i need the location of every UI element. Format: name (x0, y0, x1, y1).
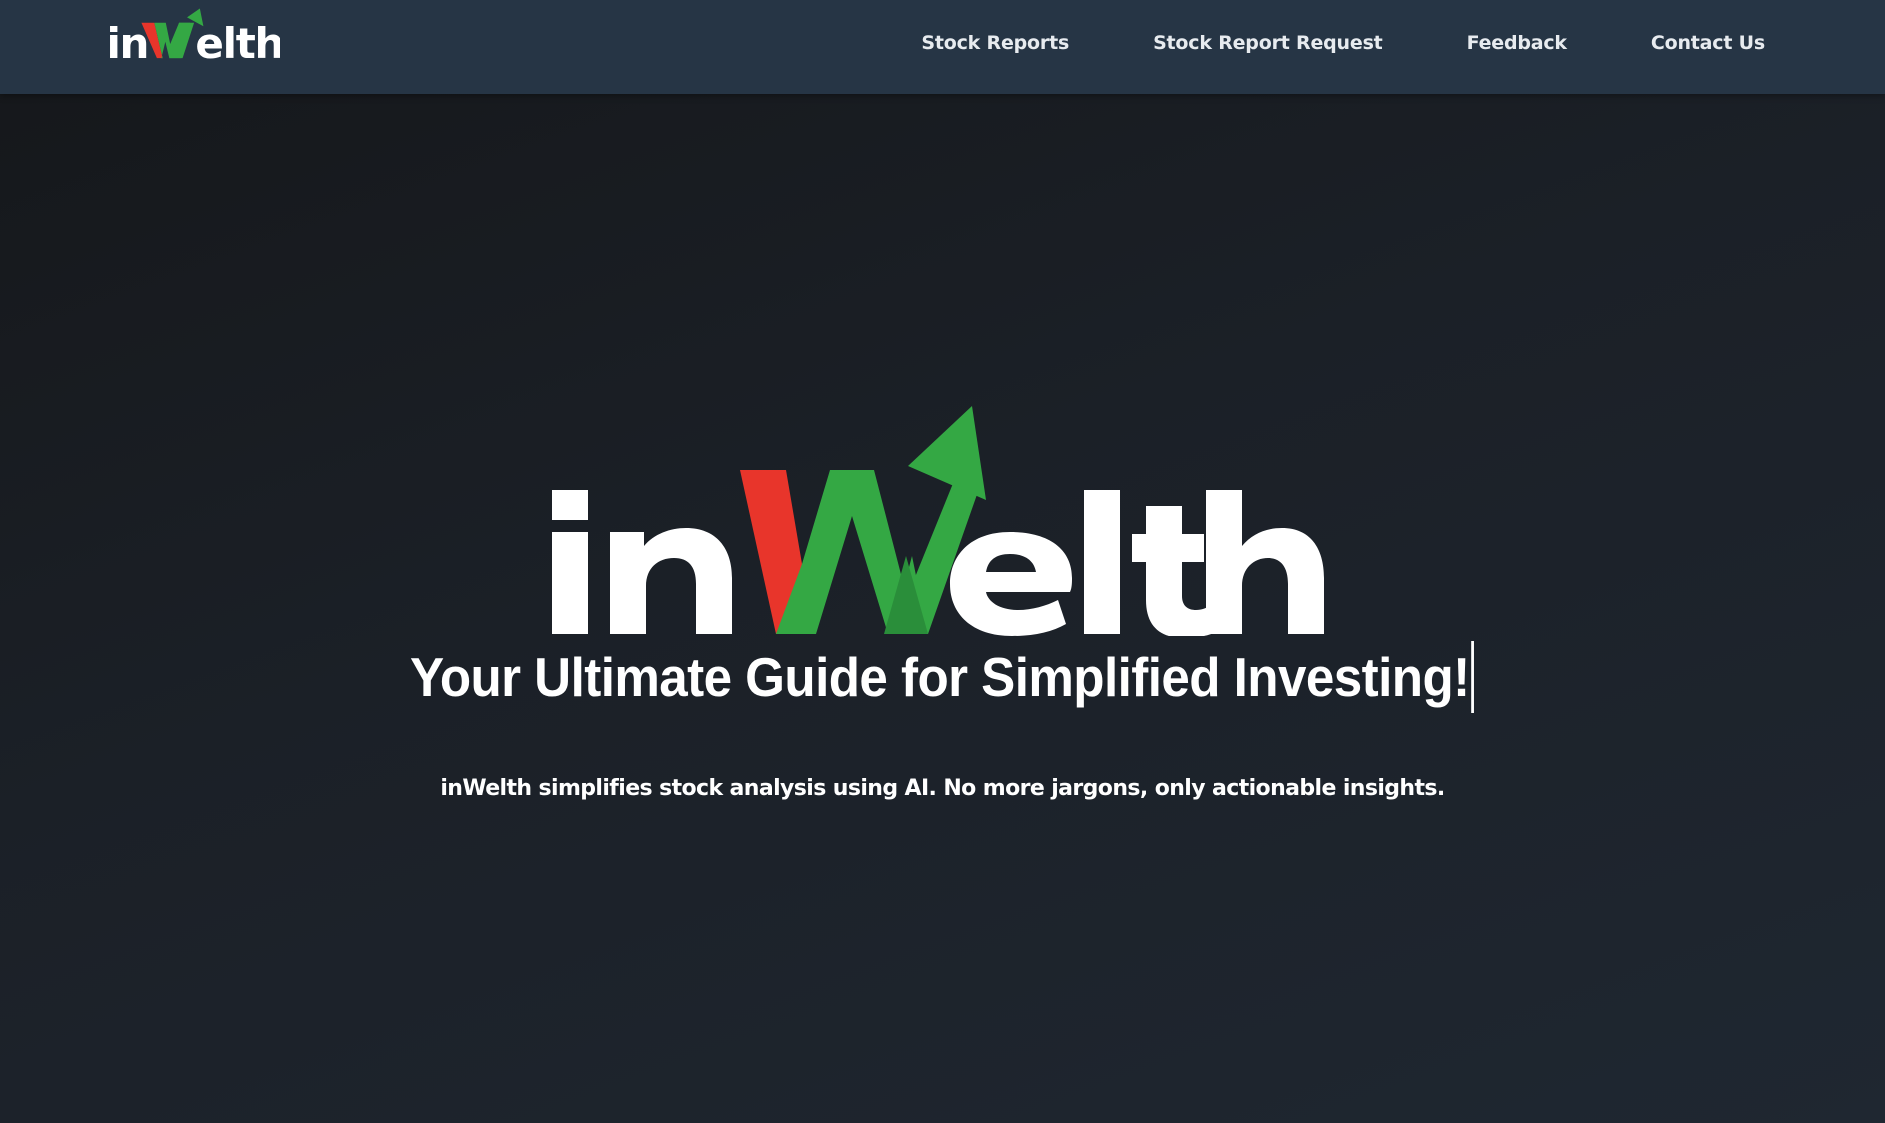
nav-menu: Stock Reports Stock Report Request Feedb… (921, 0, 1765, 86)
hero-logo-elth (950, 490, 1324, 636)
page: in elth Stock Reports Stock Report Reque… (0, 0, 1885, 1123)
logo-text-in: in (106, 19, 148, 62)
nav-link-feedback[interactable]: Feedback (1467, 32, 1568, 54)
typing-cursor (1471, 641, 1475, 714)
logo-text-elth: elth (195, 19, 280, 62)
hero-subtitle: inWelth simplifies stock analysis using … (440, 776, 1445, 801)
hero-logo-arrow-icon (908, 406, 986, 500)
hero-section: Your Ultimate Guide for Simplified Inves… (0, 94, 1885, 1123)
hero-title: Your Ultimate Guide for Simplified Inves… (410, 641, 1475, 714)
nav-link-contact-us[interactable]: Contact Us (1651, 32, 1765, 54)
inwelth-logo[interactable]: in elth (106, 6, 280, 62)
hero-title-wrap: Your Ultimate Guide for Simplified Inves… (0, 641, 1885, 714)
hero-logo-w-icon (740, 470, 980, 634)
navbar: in elth Stock Reports Stock Report Reque… (0, 0, 1885, 94)
hero-inwelth-logo (552, 406, 1324, 636)
hero-title-text: Your Ultimate Guide for Simplified Inves… (410, 646, 1470, 708)
nav-link-stock-reports[interactable]: Stock Reports (921, 32, 1069, 54)
nav-link-stock-report-request[interactable]: Stock Report Request (1153, 32, 1383, 54)
hero-logo-in (552, 490, 732, 634)
